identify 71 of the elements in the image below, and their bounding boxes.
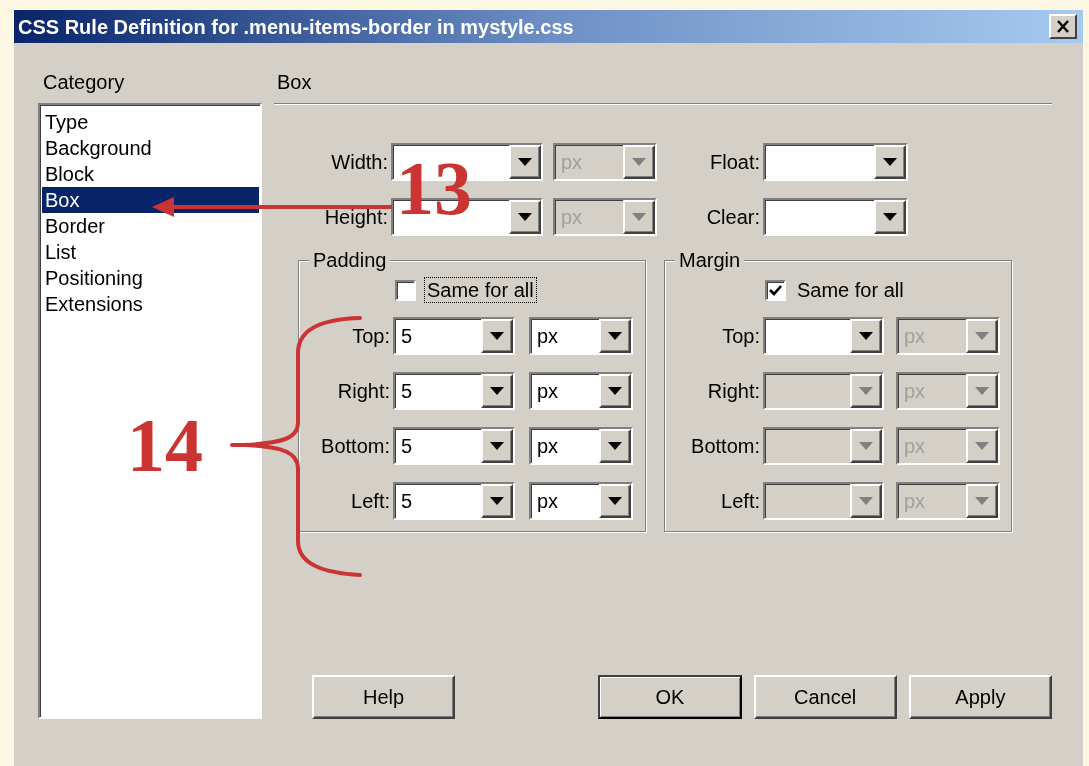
caret-icon	[975, 387, 989, 395]
category-item[interactable]: Block	[42, 161, 259, 187]
caret-icon	[490, 332, 504, 340]
dropdown[interactable]: 5	[393, 317, 515, 355]
dropdown[interactable]: 5	[393, 482, 515, 520]
dropdown[interactable]: px	[529, 317, 633, 355]
checkbox-label[interactable]: Same for all	[795, 278, 906, 302]
caret-icon	[975, 442, 989, 450]
field-label: Left:	[350, 489, 391, 514]
field-label: Right:	[706, 379, 761, 404]
dropdown[interactable]	[763, 427, 884, 465]
category-label: Category	[43, 70, 126, 95]
caret-icon	[883, 158, 897, 166]
caret-icon	[490, 442, 504, 450]
checkbox[interactable]	[765, 279, 786, 301]
category-item[interactable]: Type	[42, 109, 259, 135]
check-icon	[769, 284, 782, 296]
close-button[interactable]	[1049, 14, 1077, 39]
dialog-button[interactable]: Help	[312, 675, 456, 719]
caret-icon	[859, 387, 873, 395]
panel-title: Box	[277, 70, 313, 95]
dialog-button[interactable]: Apply	[908, 675, 1052, 719]
dropdown[interactable]: px	[529, 427, 633, 465]
caret-icon	[632, 158, 646, 166]
category-item[interactable]: Border	[42, 213, 259, 239]
caret-icon	[608, 442, 622, 450]
caret-icon	[608, 332, 622, 340]
field-label: Width:	[330, 150, 389, 175]
field-label: Left:	[720, 489, 761, 514]
caret-icon	[859, 442, 873, 450]
category-item[interactable]: List	[42, 239, 259, 265]
field-label: Top:	[721, 324, 761, 349]
dropdown[interactable]	[763, 482, 884, 520]
category-item[interactable]: Box	[42, 187, 259, 213]
dialog-button[interactable]: Cancel	[753, 675, 897, 719]
caret-icon	[518, 158, 532, 166]
dropdown[interactable]	[763, 372, 884, 410]
category-item[interactable]: Extensions	[42, 291, 259, 317]
caret-icon	[490, 387, 504, 395]
caret-icon	[608, 497, 622, 505]
caret-icon	[883, 213, 897, 221]
field-label: Right:	[336, 379, 391, 404]
window-title: CSS Rule Definition for .menu-items-border in mystyle.css	[18, 16, 574, 37]
field-label: Float:	[708, 150, 761, 175]
field-label: Top:	[351, 324, 391, 349]
caret-icon	[975, 497, 989, 505]
dropdown[interactable]: 5	[393, 427, 515, 465]
dropdown[interactable]: px	[529, 482, 633, 520]
caret-icon	[632, 213, 646, 221]
field-label: Clear:	[705, 205, 761, 230]
dropdown[interactable]	[763, 317, 884, 355]
caret-icon	[518, 213, 532, 221]
category-item[interactable]: Background	[42, 135, 259, 161]
close-icon	[1056, 20, 1070, 33]
field-label: Bottom:	[690, 434, 761, 459]
field-label: Height:	[323, 205, 389, 230]
dialog-button[interactable]: OK	[598, 675, 742, 719]
annotation-number: 14	[127, 407, 203, 483]
checkbox-label[interactable]: Same for all	[425, 278, 536, 302]
dropdown[interactable]: 5	[393, 372, 515, 410]
dropdown[interactable]	[763, 143, 908, 181]
caret-icon	[975, 332, 989, 340]
caret-icon	[490, 497, 504, 505]
checkbox[interactable]	[395, 279, 416, 301]
dropdown[interactable]	[763, 198, 908, 236]
caret-icon	[859, 332, 873, 340]
caret-icon	[608, 387, 622, 395]
category-item[interactable]: Positioning	[42, 265, 259, 291]
caret-icon	[859, 497, 873, 505]
field-label: Bottom:	[320, 434, 391, 459]
dropdown[interactable]: px	[529, 372, 633, 410]
